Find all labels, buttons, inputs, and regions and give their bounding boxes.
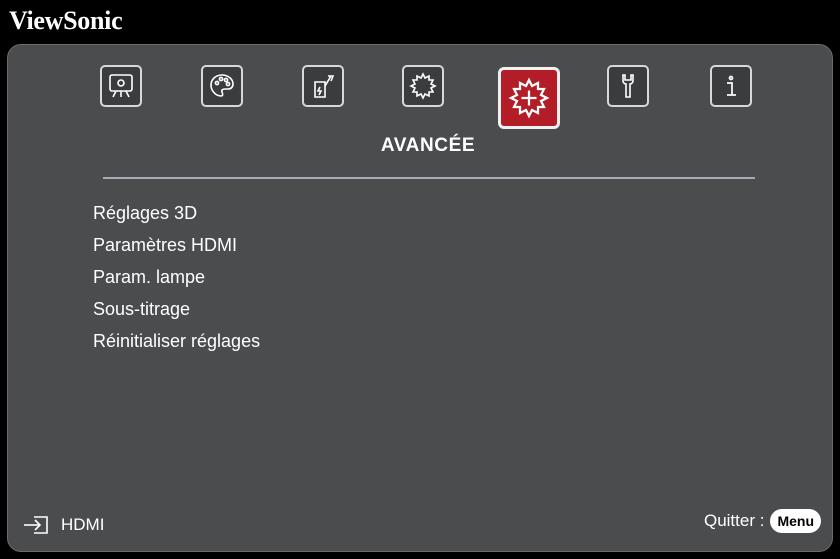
source-label: HDMI: [61, 515, 105, 534]
tab-image[interactable]: [100, 65, 142, 107]
active-tab-title: AVANCÉE: [380, 135, 476, 156]
menu-item-lamp-settings[interactable]: Param. lampe: [93, 261, 260, 293]
menu-key-button[interactable]: Menu: [770, 509, 821, 533]
divider: [103, 177, 755, 179]
info-icon: [727, 75, 736, 96]
tab-basic[interactable]: [402, 65, 444, 107]
tab-power[interactable]: [302, 65, 344, 107]
advanced-gear-icon: [508, 77, 550, 119]
tab-settings[interactable]: [607, 65, 649, 107]
palette-icon: [210, 74, 234, 97]
image-icon: [109, 74, 133, 98]
menu-item-3d-settings[interactable]: Réglages 3D: [93, 197, 260, 229]
menu-item-closed-caption[interactable]: Sous-titrage: [93, 293, 260, 325]
power-settings-icon: [314, 75, 335, 98]
quit-hint: Quitter : Menu: [704, 509, 821, 533]
tab-color[interactable]: [201, 65, 243, 107]
wrench-icon: [622, 74, 634, 98]
brand-logo: ViewSonic: [9, 6, 123, 35]
tab-information[interactable]: [710, 65, 752, 107]
tab-advanced[interactable]: [498, 67, 560, 129]
menu-item-reset-settings[interactable]: Réinitialiser réglages: [93, 325, 260, 357]
menu-list: Réglages 3D Paramètres HDMI Param. lampe…: [93, 197, 260, 357]
quit-label: Quitter :: [703, 511, 765, 530]
gear-icon: [409, 72, 437, 100]
settings-panel: AVANCÉE Réglages 3D Paramètres HDMI Para…: [7, 44, 833, 552]
menu-item-hdmi-settings[interactable]: Paramètres HDMI: [93, 229, 260, 261]
source-indicator: HDMI: [22, 514, 104, 536]
input-source-icon: [24, 516, 48, 534]
